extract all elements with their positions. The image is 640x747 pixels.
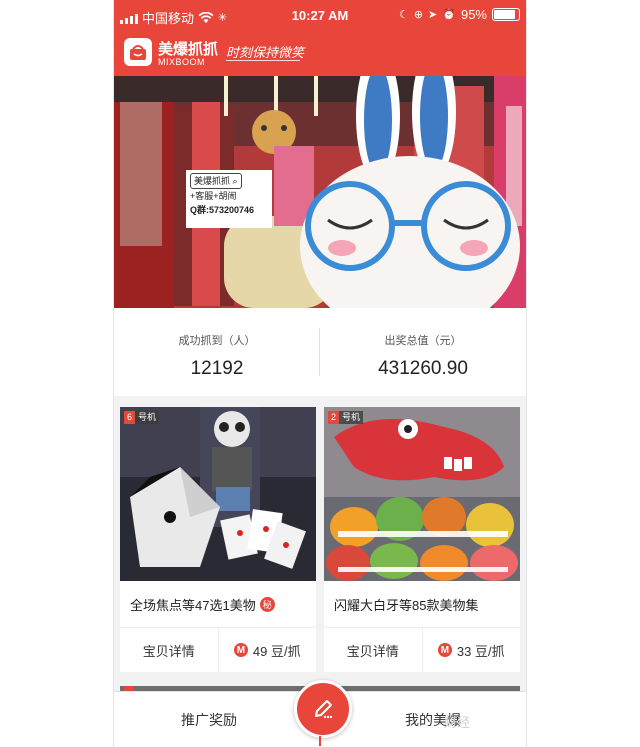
hero-sign: 美爆抓抓 ⌕ +客服+胡闹 Q群:573200746: [186, 170, 272, 228]
moon-icon: ☾: [398, 9, 409, 21]
search-icon: ⌕: [232, 176, 238, 186]
machine-footer: 宝贝详情 M 33 豆/抓: [324, 628, 520, 672]
location-icon: ➤: [428, 9, 438, 21]
battery-icon: [492, 8, 520, 21]
status-bar: 中国移动 ✳ 10:27 AM ☾ ⊕ ➤ ⏰ 95%: [114, 0, 526, 32]
slogan-underline: [226, 60, 300, 61]
detail-button[interactable]: 宝贝详情: [324, 628, 423, 672]
machine-title: 闪耀大白牙等85款美物集: [334, 597, 479, 613]
machine-card[interactable]: 2 号机 闪耀大白牙等85款美物集 宝贝详情 M 33 豆/抓: [324, 407, 520, 672]
machine-photo: [324, 407, 520, 581]
slogan: 时刻保持微笑: [226, 45, 305, 60]
battery-percent: 95%: [460, 7, 487, 22]
machine-title: 全场焦点等47选1美物: [130, 597, 256, 613]
machine-label: 号机: [339, 411, 364, 424]
machine-badge: 6 号机: [124, 411, 160, 424]
logo-icon: [124, 38, 152, 66]
machine-number: 6: [124, 411, 136, 424]
stat-value: 12192: [190, 358, 244, 379]
fab-button[interactable]: [294, 680, 352, 738]
machine-title-row[interactable]: 全场焦点等47选1美物 秘: [120, 581, 316, 628]
phone-screen: 中国移动 ✳ 10:27 AM ☾ ⊕ ➤ ⏰ 95% 美爆抓抓 MIXBOOM…: [113, 0, 527, 747]
price-button[interactable]: M 49 豆/抓: [219, 628, 317, 672]
machine-image[interactable]: 6 号机: [120, 407, 316, 581]
machine-image[interactable]: 2 号机: [324, 407, 520, 581]
hero-image: [114, 76, 526, 308]
stat-label: 成功抓到（人）: [178, 335, 256, 347]
pencil-icon: [315, 700, 333, 719]
price-label: 49 豆/抓: [252, 643, 301, 659]
hero-sign-title: 美爆抓抓: [194, 176, 231, 186]
machine-title-row[interactable]: 闪耀大白牙等85款美物集: [324, 581, 520, 628]
machine-badge: 2 号机: [328, 411, 364, 424]
stats-panel: 成功抓到（人） 12192 出奖总值（元） 431260.90: [114, 308, 526, 396]
machine-photo: [120, 407, 316, 581]
stat-value: 431260.90: [378, 358, 468, 379]
bottom-tab-bar: 推广奖励 我的美爆 财经: [114, 680, 526, 747]
logo-subtitle: MIXBOOM: [158, 57, 206, 67]
logo-title: 美爆抓抓: [158, 41, 219, 58]
stat-label: 出奖总值（元）: [384, 335, 462, 347]
price-button[interactable]: M 33 豆/抓: [423, 628, 521, 672]
alarm-icon: ⏰: [442, 9, 456, 21]
machine-card[interactable]: 6 号机 全场焦点等47选1美物 秘 宝贝详情 M 49 豆/抓: [120, 407, 316, 672]
app-header: 美爆抓抓 MIXBOOM 时刻保持微笑: [114, 32, 526, 76]
machine-label: 号机: [135, 411, 160, 424]
rotation-lock-icon: ⊕: [413, 9, 424, 21]
machine-number: 2: [328, 411, 340, 424]
detail-button[interactable]: 宝贝详情: [120, 628, 219, 672]
status-right: ☾ ⊕ ➤ ⏰ 95%: [399, 7, 520, 22]
machine-footer: 宝贝详情 M 49 豆/抓: [120, 628, 316, 672]
bean-icon: M: [233, 643, 248, 657]
detail-label: 宝贝详情: [346, 643, 399, 659]
secret-badge: 秘: [259, 596, 275, 612]
tab-my-mixboom[interactable]: 我的美爆: [378, 710, 488, 730]
hero-sign-line2: +客服+胡闹: [190, 191, 237, 201]
hero-banner[interactable]: 美爆抓抓 ⌕ +客服+胡闹 Q群:573200746: [114, 76, 526, 308]
stats-divider: [319, 328, 320, 376]
stat-prize-total: 出奖总值（元） 431260.90: [320, 308, 526, 396]
detail-label: 宝贝详情: [142, 643, 195, 659]
stat-catches: 成功抓到（人） 12192: [114, 308, 320, 396]
price-label: 33 豆/抓: [456, 643, 505, 659]
watermark: 财经: [444, 715, 471, 730]
bean-icon: M: [437, 643, 452, 657]
tab-referral-rewards[interactable]: 推广奖励: [154, 710, 264, 730]
hero-sign-line3: Q群:573200746: [190, 205, 255, 215]
fab-indicator: [319, 736, 321, 746]
